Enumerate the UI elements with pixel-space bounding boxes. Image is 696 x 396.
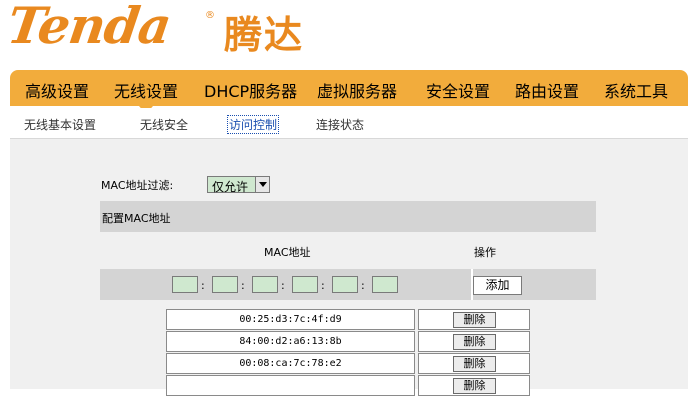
table-row: 00:08:ca:7c:78:e2 删除: [166, 353, 530, 374]
mac-address-cell: 00:25:d3:7c:4f:d9: [166, 309, 415, 330]
brand-logo-text: Tenda: [3, 0, 175, 55]
mac-filter-label: MAC地址过滤:: [101, 179, 174, 192]
chevron-down-icon[interactable]: [255, 177, 269, 192]
column-header-mac: MAC地址: [264, 246, 311, 259]
main-nav: 高级设置 无线设置 DHCP服务器 虚拟服务器 安全设置 路由设置 系统工具: [10, 70, 688, 106]
table-row: 00:25:d3:7c:4f:d9 删除: [166, 309, 530, 330]
column-header-operation: 操作: [474, 246, 496, 259]
mac-address-cell: 84:00:d2:a6:13:8b: [166, 331, 415, 352]
subnav-wireless-basic[interactable]: 无线基本设置: [24, 116, 96, 133]
mac-colon: :: [201, 279, 205, 292]
nav-system-tools[interactable]: 系统工具: [604, 78, 668, 102]
delete-button[interactable]: 删除: [453, 356, 496, 372]
nav-virtual-server[interactable]: 虚拟服务器: [317, 78, 397, 102]
mac-octet-5-input[interactable]: [332, 276, 358, 293]
mac-address-cell: [166, 375, 415, 396]
subnav-access-control[interactable]: 访问控制: [227, 115, 280, 134]
mac-octet-2-input[interactable]: [212, 276, 238, 293]
delete-button[interactable]: 删除: [453, 378, 496, 394]
table-row: 删除: [166, 375, 530, 396]
mac-filter-select[interactable]: 仅允许: [207, 176, 270, 194]
mac-colon: :: [241, 279, 245, 292]
nav-security-settings[interactable]: 安全设置: [426, 78, 490, 102]
delete-button[interactable]: 删除: [453, 312, 496, 328]
mac-address-cell: 00:08:ca:7c:78:e2: [166, 353, 415, 374]
mac-colon: :: [361, 279, 365, 292]
nav-dhcp-server[interactable]: DHCP服务器: [204, 78, 297, 102]
mac-octet-1-input[interactable]: [172, 276, 198, 293]
mac-colon: :: [281, 279, 285, 292]
operation-cell: 删除: [418, 331, 530, 352]
operation-cell: 删除: [418, 353, 530, 374]
tenda-logo: Tenda ® 腾达: [4, 0, 328, 64]
mac-octet-4-input[interactable]: [292, 276, 318, 293]
mac-octet-6-input[interactable]: [372, 276, 398, 293]
sub-nav: 无线基本设置 无线安全 访问控制 连接状态: [10, 108, 688, 138]
nav-advanced-settings[interactable]: 高级设置: [25, 78, 89, 102]
nav-routing-settings[interactable]: 路由设置: [515, 78, 579, 102]
operation-cell: 删除: [418, 375, 530, 396]
registered-mark: ®: [205, 10, 215, 21]
delete-button[interactable]: 删除: [453, 334, 496, 350]
subnav-connection-status[interactable]: 连接状态: [316, 116, 364, 133]
table-row: 84:00:d2:a6:13:8b 删除: [166, 331, 530, 352]
subnav-wireless-security[interactable]: 无线安全: [140, 116, 188, 133]
brand-chinese-name: 腾达: [224, 13, 305, 57]
mac-octet-3-input[interactable]: [252, 276, 278, 293]
nav-wireless-settings[interactable]: 无线设置: [114, 78, 178, 102]
mac-filter-value: 仅允许: [212, 180, 249, 194]
config-mac-section-header: 配置MAC地址: [100, 201, 596, 232]
operation-cell: 删除: [418, 309, 530, 330]
add-mac-button[interactable]: 添加: [473, 276, 522, 295]
config-mac-heading: 配置MAC地址: [102, 212, 171, 225]
mac-colon: :: [321, 279, 325, 292]
